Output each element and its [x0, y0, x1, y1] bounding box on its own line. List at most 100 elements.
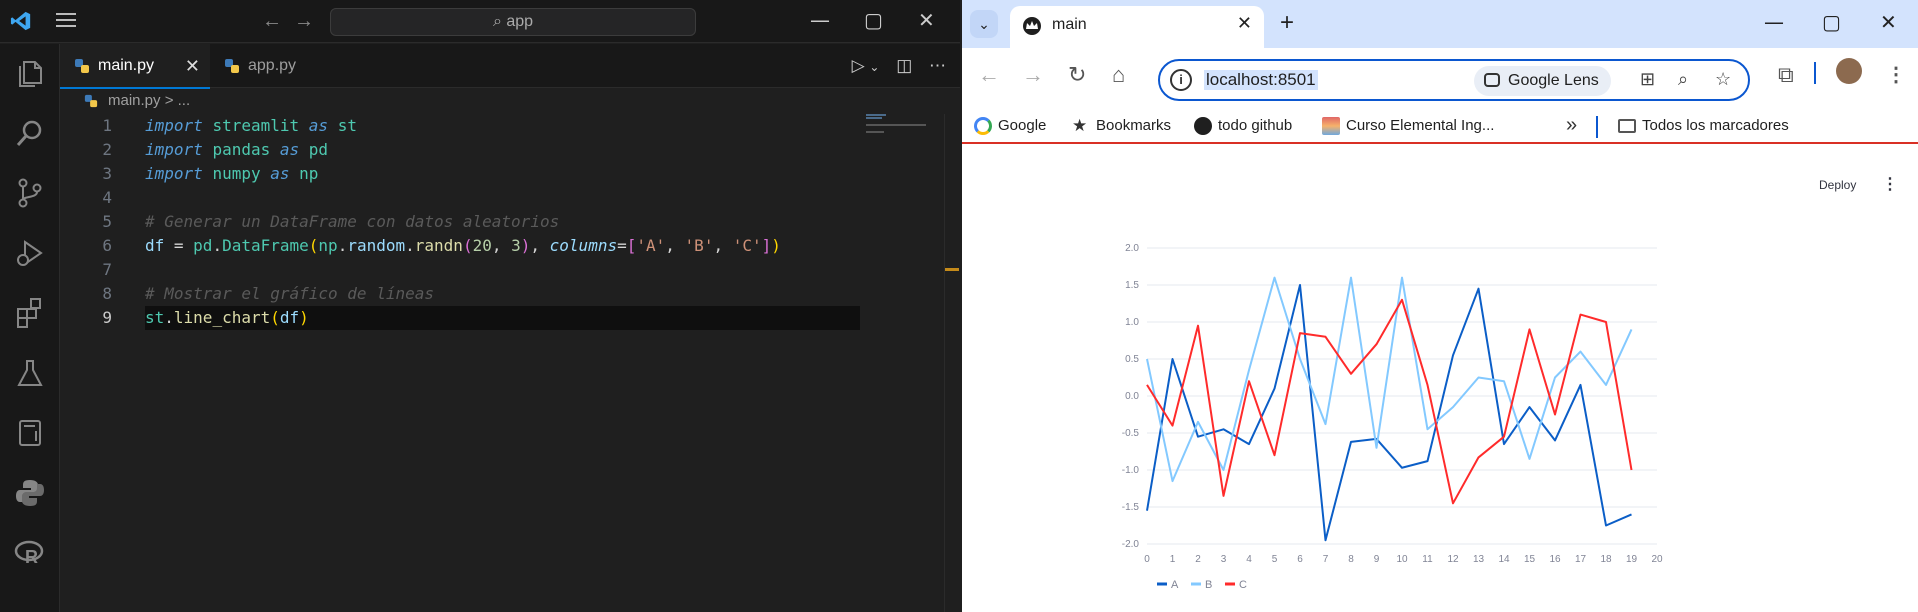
r-language-icon[interactable]: R — [13, 536, 47, 570]
breadcrumb-rest[interactable]: > ... — [165, 92, 190, 109]
x-tick-label: 3 — [1221, 554, 1227, 565]
profile-avatar[interactable] — [1836, 58, 1862, 84]
bookmark-curso[interactable]: Curso Elemental Ing... — [1322, 116, 1494, 136]
code-line[interactable]: 2 import pandas as pd — [60, 138, 860, 162]
line-number: 1 — [102, 116, 112, 135]
notebook-icon[interactable] — [13, 416, 47, 450]
google-lens-button[interactable]: Google Lens — [1474, 66, 1611, 96]
url-text[interactable]: localhost:8501 — [1204, 70, 1318, 90]
python-icon[interactable] — [13, 476, 47, 510]
code-line-current[interactable]: 9 st.line_chart(df) — [60, 306, 860, 330]
series-line-B — [1146, 276, 1633, 483]
code-line[interactable]: 5 # Generar un DataFrame con datos aleato… — [60, 210, 860, 234]
x-tick-label: 0 — [1144, 554, 1150, 565]
vscode-window: ← → ⌕ app — ▢ ✕ R main.py ✕ app.py ▷ ⌄ ◫… — [0, 0, 960, 612]
code-line[interactable]: 4 — [60, 186, 860, 210]
line-number: 4 — [102, 188, 112, 207]
code-line[interactable]: 6 df = pd.DataFrame(np.random.randn(20, 3… — [60, 234, 860, 258]
bookmark-todo-github[interactable]: todo github — [1194, 116, 1292, 136]
code-line[interactable]: 1 import streamlit as st — [60, 114, 860, 138]
x-tick-label: 14 — [1498, 554, 1510, 565]
bookmarks-overflow-icon[interactable]: » — [1566, 114, 1577, 137]
back-icon[interactable]: ← — [978, 62, 1000, 88]
code-editor[interactable]: 1 import streamlit as st 2 import pandas a… — [60, 114, 940, 612]
y-tick-label: -1.0 — [1122, 465, 1140, 476]
bookmark-star-icon[interactable]: ☆ — [1715, 69, 1731, 90]
title-bar: ← → ⌕ app — ▢ ✕ — [0, 0, 960, 43]
google-icon — [974, 117, 992, 135]
y-tick-label: 1.5 — [1125, 280, 1139, 291]
translate-icon[interactable]: ⊞ — [1640, 69, 1655, 90]
site-info-icon[interactable]: i — [1170, 69, 1192, 91]
bookmark-label: todo github — [1218, 117, 1293, 134]
minimize-icon[interactable]: — — [810, 8, 830, 32]
extensions-icon[interactable] — [13, 296, 47, 330]
breadcrumb-file[interactable]: main.py — [108, 92, 161, 109]
books-icon — [1322, 117, 1340, 135]
run-debug-icon[interactable] — [13, 236, 47, 270]
reload-icon[interactable]: ↻ — [1068, 62, 1086, 88]
editor-tabs: main.py ✕ app.py ▷ ⌄ ◫ ⋯ — [60, 44, 960, 89]
source-control-icon[interactable] — [13, 176, 47, 210]
split-editor-icon[interactable]: ◫ — [896, 56, 912, 75]
folder-icon — [1618, 119, 1636, 133]
editor-actions: ▷ ⌄ ◫ ⋯ — [852, 56, 946, 76]
toolbar-divider — [1814, 62, 1816, 84]
editor-scrollbar[interactable] — [944, 114, 959, 612]
home-icon[interactable]: ⌂ — [1112, 62, 1125, 88]
breadcrumb[interactable]: main.py > ... — [60, 89, 940, 113]
search-label: app — [506, 13, 534, 30]
browser-tab-title: main — [1052, 16, 1087, 33]
browser-menu-icon[interactable]: ⋮ — [1886, 62, 1906, 87]
x-tick-label: 9 — [1374, 554, 1380, 565]
code-line[interactable]: 7 — [60, 258, 860, 282]
command-center-search[interactable]: ⌕ app — [330, 8, 696, 36]
search-icon: ⌕ — [492, 13, 502, 30]
x-tick-label: 19 — [1626, 554, 1638, 565]
browser-window: ⌄ main ✕ + — ▢ ✕ ← → ↻ ⌂ ⧉ ⋮ i localhost… — [962, 0, 1918, 612]
y-tick-label: 0.0 — [1125, 391, 1139, 402]
back-arrow-icon[interactable]: ← — [262, 10, 282, 33]
browser-minimize-icon[interactable]: — — [1764, 10, 1784, 34]
explorer-icon[interactable] — [13, 56, 47, 90]
browser-tab-main[interactable]: main ✕ — [1010, 6, 1264, 48]
maximize-icon[interactable]: ▢ — [864, 8, 883, 32]
x-tick-label: 5 — [1272, 554, 1278, 565]
run-python-icon[interactable]: ▷ — [852, 56, 865, 75]
forward-arrow-icon[interactable]: → — [294, 10, 314, 33]
more-actions-icon[interactable]: ⋯ — [929, 56, 946, 75]
bookmark-bookmarks[interactable]: ★ Bookmarks — [1072, 116, 1171, 136]
line-number: 6 — [102, 236, 112, 255]
code-line[interactable]: 3 import numpy as np — [60, 162, 860, 186]
streamlit-app: Deploy ⋮ 2.0 1.5 1.0 0.5 0.0 -0.5 -1.0 -1.5 -2.0… — [962, 146, 1918, 612]
menu-icon[interactable] — [56, 13, 78, 29]
browser-maximize-icon[interactable]: ▢ — [1822, 10, 1841, 34]
close-icon[interactable]: ✕ — [918, 8, 935, 32]
python-file-icon — [75, 59, 89, 73]
code-line[interactable]: 8 # Mostrar el gráfico de líneas — [60, 282, 860, 306]
bookmark-google[interactable]: Google — [974, 116, 1046, 136]
address-bar[interactable]: i localhost:8501 Google Lens ⊞ ⌕ ☆ — [1158, 59, 1750, 101]
tab-search-chevron-icon[interactable]: ⌄ — [970, 10, 998, 38]
run-dropdown-chevron-icon[interactable]: ⌄ — [869, 60, 879, 74]
y-tick-label: 2.0 — [1125, 243, 1139, 254]
line-chart[interactable]: 2.01.51.00.50.0-0.5-1.0-1.5-2.00 1 2 3 4 5 6 7 8… — [962, 146, 1918, 612]
y-tick-label: -2.0 — [1122, 539, 1140, 550]
x-tick-label: 20 — [1651, 554, 1663, 565]
browser-tab-close-icon[interactable]: ✕ — [1237, 13, 1252, 34]
y-tick-label: -0.5 — [1122, 428, 1140, 439]
new-tab-icon[interactable]: + — [1280, 9, 1294, 37]
bookmark-label: Curso Elemental Ing... — [1346, 117, 1495, 134]
forward-icon[interactable]: → — [1022, 62, 1044, 88]
search-sidebar-icon[interactable] — [13, 116, 47, 150]
extensions-puzzle-icon[interactable]: ⧉ — [1778, 62, 1794, 88]
zoom-icon[interactable]: ⌕ — [1678, 69, 1688, 90]
minimap[interactable] — [866, 114, 936, 144]
tab-main-py[interactable]: main.py ✕ — [60, 44, 210, 89]
browser-close-icon[interactable]: ✕ — [1880, 10, 1897, 34]
tab-app-py[interactable]: app.py — [210, 44, 340, 88]
activity-bar: R — [0, 44, 60, 612]
bookmark-all-folder[interactable]: Todos los marcadores — [1618, 116, 1789, 136]
testing-flask-icon[interactable] — [13, 356, 47, 390]
tab-close-icon[interactable]: ✕ — [185, 44, 200, 88]
